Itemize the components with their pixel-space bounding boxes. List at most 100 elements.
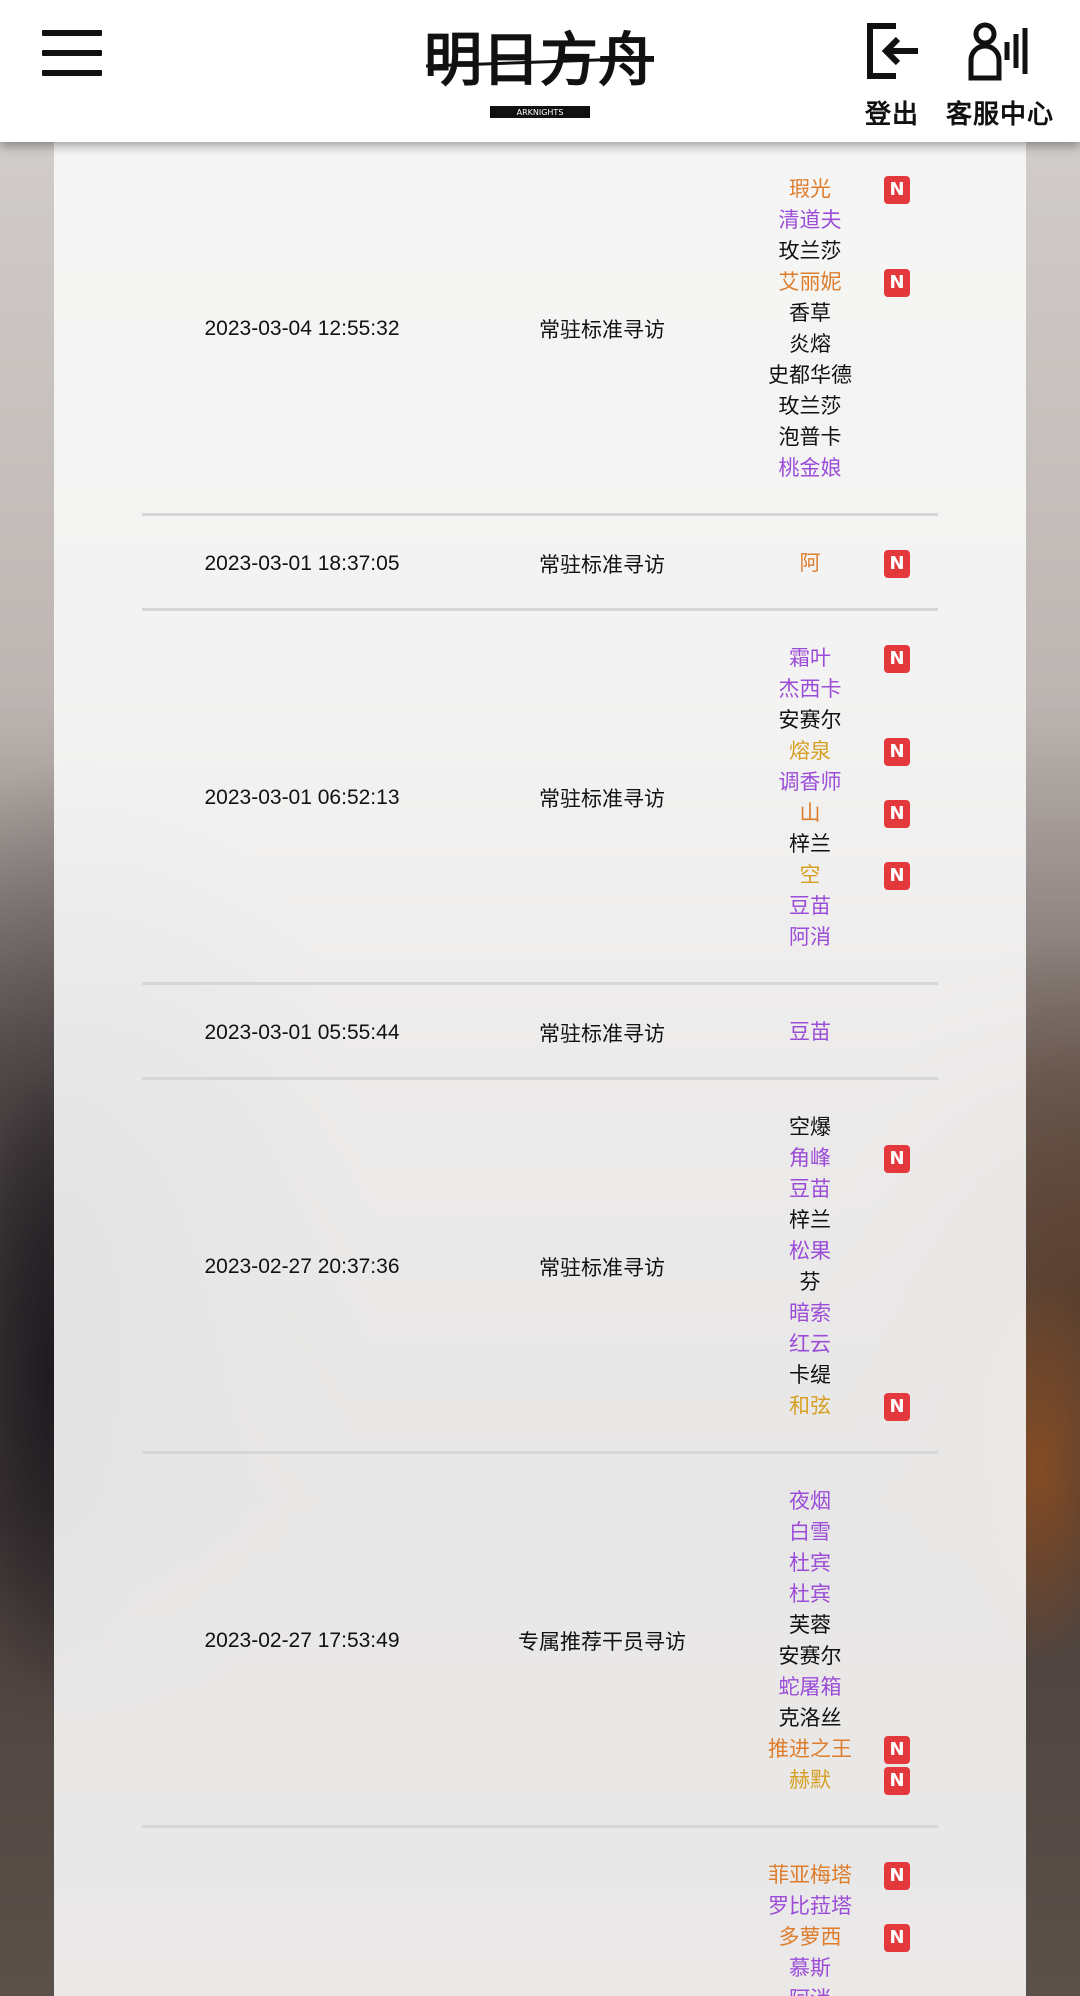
customer-service-icon [968,22,1028,81]
arknights-logo[interactable]: 明日方舟 ARKNIGHTS [420,14,660,126]
record-time: 2023-03-01 05:55:44 [204,1020,400,1044]
operator-name: 卡缇 [789,1363,831,1387]
operator-item: 炎熔 [742,329,878,360]
operator-name: 调香师 [778,770,842,794]
operator-item: 克洛丝 [742,1703,878,1734]
operator-item: 熔泉 N [742,736,910,767]
top-header: 明日方舟 ARKNIGHTS 登出 客服中心 [0,0,1080,142]
operator-item: 霜叶 N [742,643,910,674]
new-badge: N [884,269,910,297]
operator-list: 阿N [742,548,938,579]
operator-item: 和弦 N [742,1391,910,1422]
operator-item: 清道夫 [742,205,878,236]
operator-list: 空爆 角峰 N 豆苗 梓兰 松果芬暗索 红云 卡缇 和弦 N [742,1112,938,1422]
operator-name: 赫默 [789,1768,831,1792]
operator-item: 芬 [742,1267,878,1298]
logo-text: 明日方舟 [424,26,656,94]
operator-name: 玫兰莎 [778,394,842,418]
operator-name: 阿 [799,551,821,575]
operator-name: 空 [799,863,821,887]
operator-item: 泡普卡 [742,422,878,453]
customer-service-button[interactable]: 客服中心 [946,20,1054,131]
operator-item: 阿消 [742,1984,878,1996]
operator-item: 调香师 [742,767,878,798]
operator-name: 阿消 [789,925,831,949]
operator-name: 芙蓉 [789,1613,831,1637]
operator-name: 炎熔 [789,332,831,356]
operator-item: 杜宾 [742,1548,878,1579]
operator-list: 菲亚梅塔 N 罗比菈塔多萝西 N 慕斯阿消 [742,1860,938,1996]
operator-item: 蛇屠箱 [742,1672,878,1703]
new-badge: N [884,1767,910,1795]
operator-item: 玫兰莎 [742,236,878,267]
record-pool: 常驻标准寻访 [539,787,665,811]
operator-item: 空爆 [742,1112,878,1143]
new-badge: N [884,862,910,890]
operator-list: 豆苗 [742,1017,938,1048]
new-badge: N [884,645,910,673]
operator-item: 空N [742,860,910,891]
record-time: 2023-03-01 18:37:05 [204,551,400,575]
operator-item: 推进之王 N [742,1734,910,1765]
new-badge: N [884,550,910,578]
operator-name: 泡普卡 [778,425,842,449]
operator-item: 豆苗 [742,891,878,922]
operator-item: 赫默 N [742,1765,910,1796]
operator-name: 杜宾 [789,1551,831,1575]
operator-item: 暗索 [742,1298,878,1329]
new-badge: N [884,1924,910,1952]
logout-label: 登出 [864,100,919,130]
new-badge: N [884,1393,910,1421]
operator-name: 夜烟 [789,1489,831,1513]
operator-name: 推进之王 [768,1737,852,1761]
operator-name: 香草 [789,301,831,325]
operator-item: 红云 [742,1329,878,1360]
operator-name: 霜叶 [789,646,831,670]
operator-name: 阿消 [789,1984,831,1996]
new-badge: N [884,1862,910,1890]
operator-item: 瑕光 N [742,174,910,205]
operator-name: 杰西卡 [778,677,842,701]
operator-item: 菲亚梅塔 N [742,1860,910,1891]
operator-name: 安赛尔 [778,1644,842,1668]
logout-icon [867,23,918,79]
operator-item: 阿N [742,548,910,579]
operator-name: 豆苗 [789,894,831,918]
new-badge: N [884,176,910,204]
operator-name: 史都华德 [768,363,852,387]
operator-item: 杰西卡 [742,674,878,705]
operator-name: 克洛丝 [778,1706,842,1730]
operator-item: 夜烟 [742,1486,878,1517]
operator-item: 阿消 [742,922,878,953]
operator-name: 杜宾 [789,1582,831,1606]
menu-icon[interactable] [42,30,102,76]
table-row: 菲亚梅塔 N 罗比菈塔多萝西 N 慕斯阿消 [142,1828,938,1996]
new-badge: N [884,738,910,766]
operator-name: 山 [799,801,821,825]
operator-name: 瑕光 [789,177,831,201]
customer-service-label: 客服中心 [946,100,1055,130]
operator-item: 玫兰莎 [742,391,878,422]
operator-item: 角峰 N [742,1143,910,1174]
logout-button[interactable]: 登出 [862,20,922,131]
operator-list: 瑕光 N 清道夫 玫兰莎 艾丽妮 N 香草 炎熔 史都华德 玫兰莎 泡普卡 桃金娘 [742,174,938,484]
operator-name: 空爆 [789,1115,831,1139]
operator-item: 松果 [742,1236,878,1267]
record-pool: 常驻标准寻访 [539,1256,665,1280]
operator-item: 罗比菈塔 [742,1891,878,1922]
operator-item: 杜宾 [742,1579,878,1610]
operator-item: 桃金娘 [742,453,878,484]
new-badge: N [884,800,910,828]
record-pool: 常驻标准寻访 [539,552,665,577]
operator-list: 夜烟 白雪 杜宾 杜宾 芙蓉 安赛尔 蛇屠箱 克洛丝 推进之王 N 赫默 N [742,1486,938,1796]
record-time: 2023-02-27 17:53:49 [204,1629,400,1652]
operator-name: 玫兰莎 [778,239,842,263]
operator-name: 豆苗 [789,1177,831,1201]
operator-item: 香草 [742,298,878,329]
record-time: 2023-02-27 20:37:36 [204,1255,400,1278]
operator-name: 罗比菈塔 [768,1894,852,1918]
operator-name: 桃金娘 [778,456,842,480]
operator-item: 白雪 [742,1517,878,1548]
operator-name: 角峰 [789,1146,831,1170]
record-pool: 专属推荐干员寻访 [518,1630,686,1654]
